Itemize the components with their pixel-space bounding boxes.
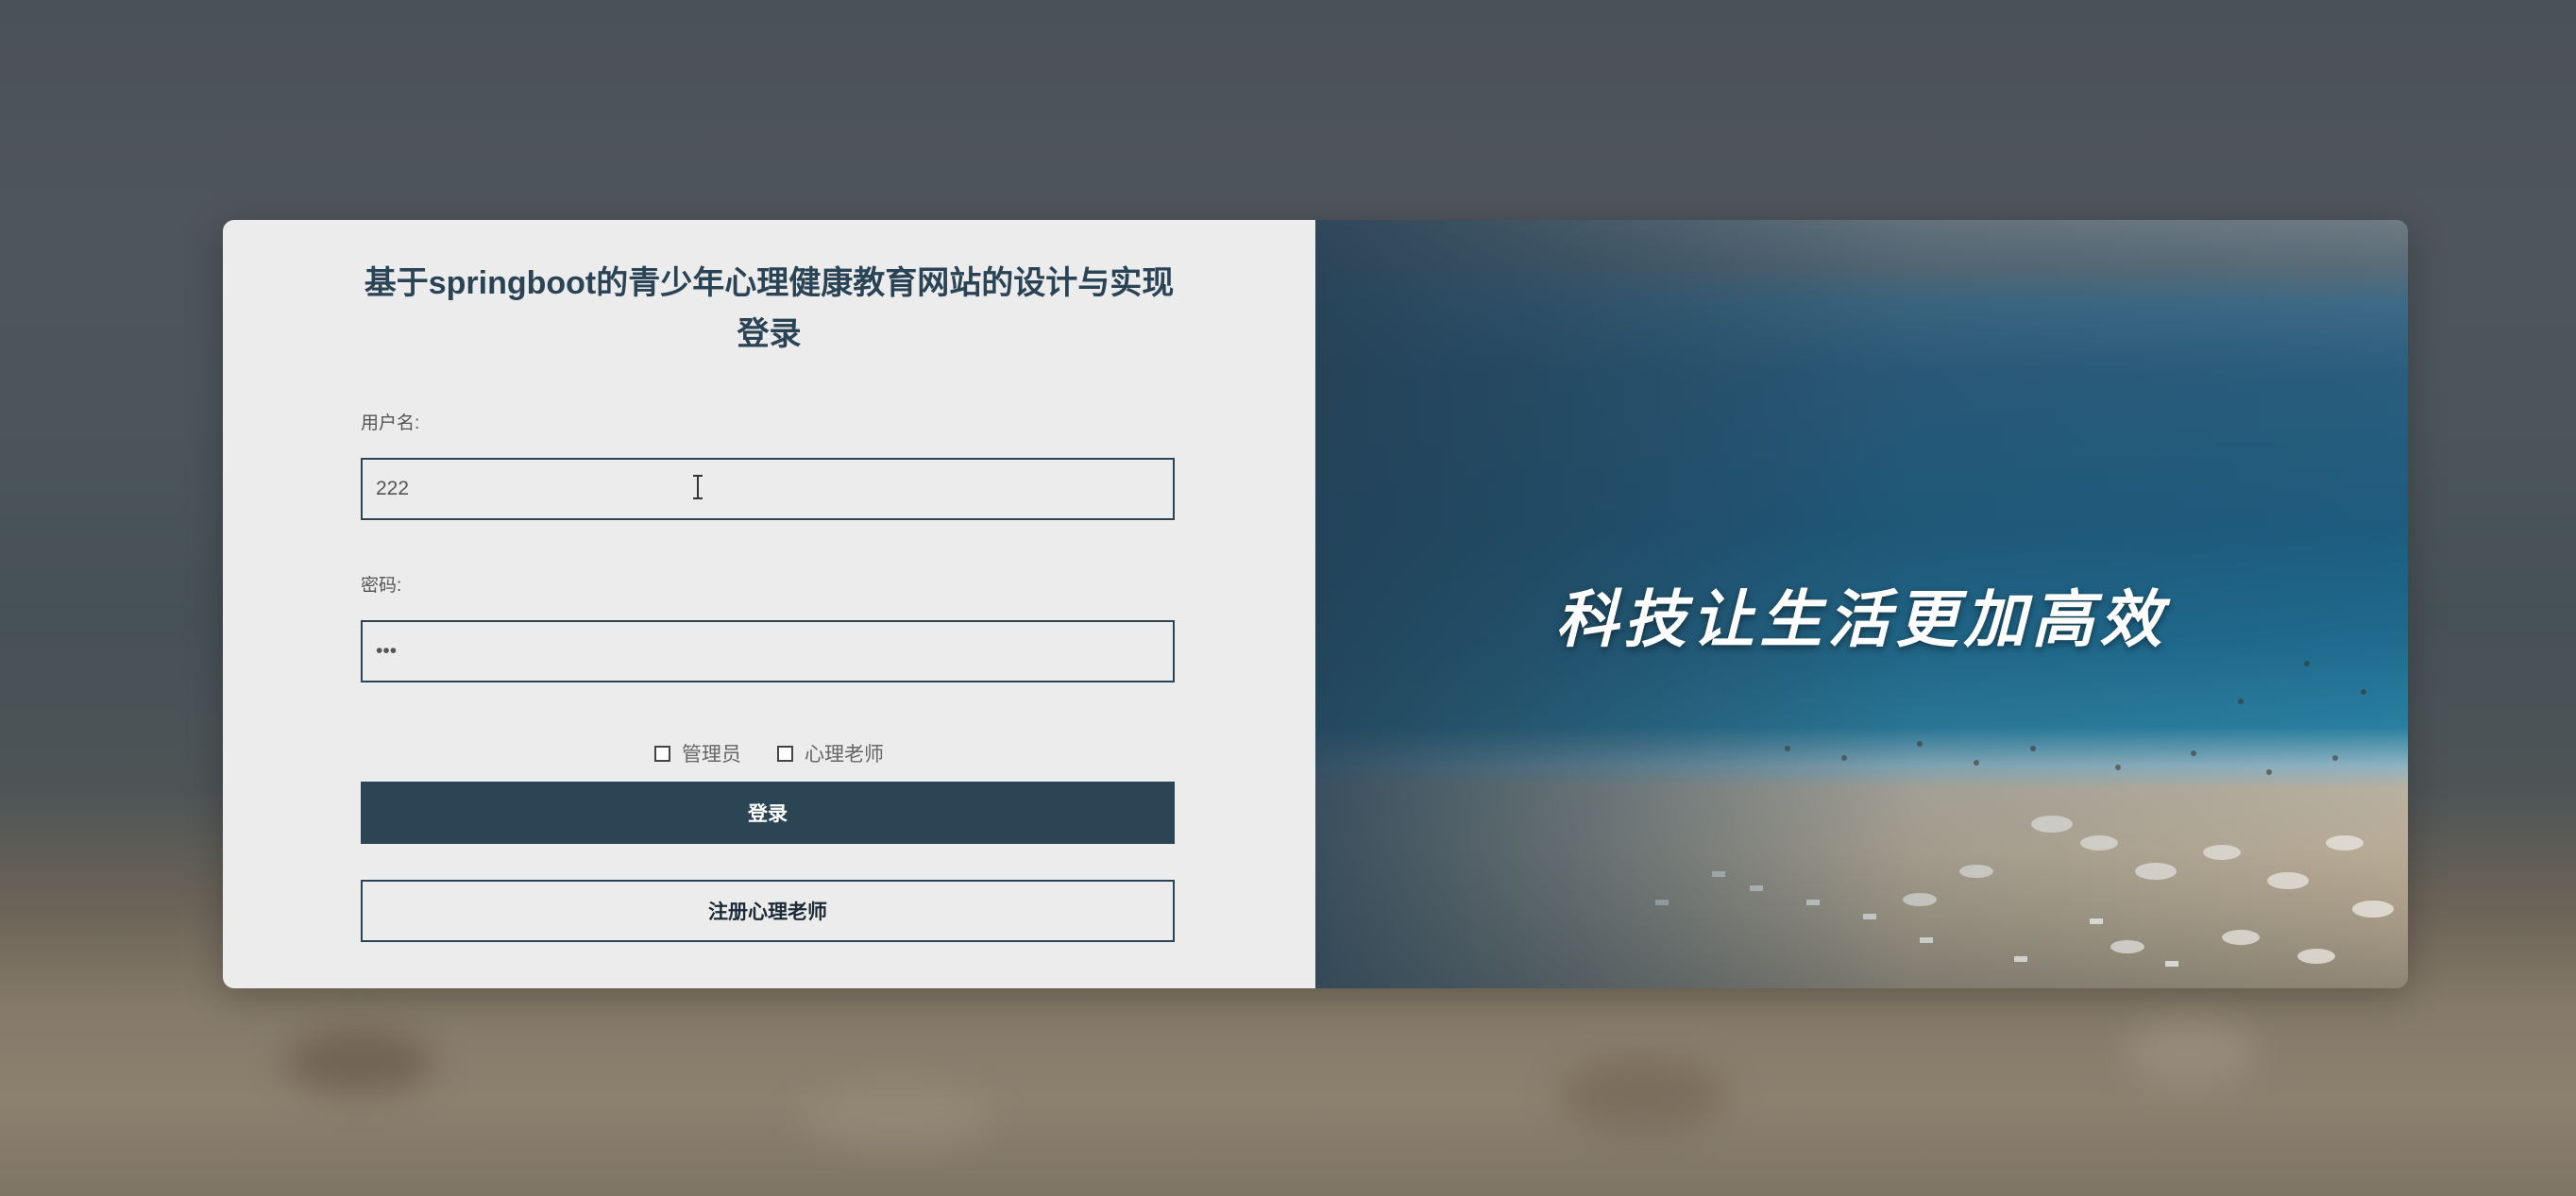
background-blur-spot (2125, 1019, 2257, 1086)
login-heading: 登录 (737, 316, 802, 352)
password-label: 密码: (361, 576, 402, 596)
site-title: 基于springboot的青少年心理健康教育网站的设计与实现 (364, 265, 1175, 301)
username-input[interactable] (361, 458, 1175, 520)
login-card: 基于springboot的青少年心理健康教育网站的设计与实现 登录 用户名: 密… (223, 220, 2408, 988)
teacher-label: 心理老师 (805, 744, 884, 766)
background-blur-spot (1558, 1057, 1728, 1133)
login-button[interactable]: 登录 (361, 782, 1175, 844)
page-title: 基于springboot的青少年心理健康教育网站的设计与实现 登录 (223, 258, 1315, 360)
admin-label: 管理员 (682, 744, 741, 766)
text-cursor-icon (693, 475, 703, 499)
admin-checkbox[interactable] (654, 745, 670, 762)
role-teacher-option[interactable]: 心理老师 (777, 739, 884, 767)
password-input[interactable] (361, 620, 1175, 682)
background-blur-spot (283, 1029, 434, 1095)
banner-image: 科技让生活更加高效 (1315, 220, 2408, 988)
register-teacher-button[interactable]: 注册心理老师 (361, 880, 1175, 942)
background-blur-spot (803, 1086, 991, 1152)
login-panel: 基于springboot的青少年心理健康教育网站的设计与实现 登录 用户名: 密… (223, 220, 1315, 988)
banner-slogan: 科技让生活更加高效 (1555, 584, 2168, 654)
role-admin-option[interactable]: 管理员 (654, 739, 741, 767)
teacher-checkbox[interactable] (777, 745, 793, 762)
username-label: 用户名: (361, 413, 420, 433)
role-selector: 管理员 心理老师 (223, 739, 1315, 767)
